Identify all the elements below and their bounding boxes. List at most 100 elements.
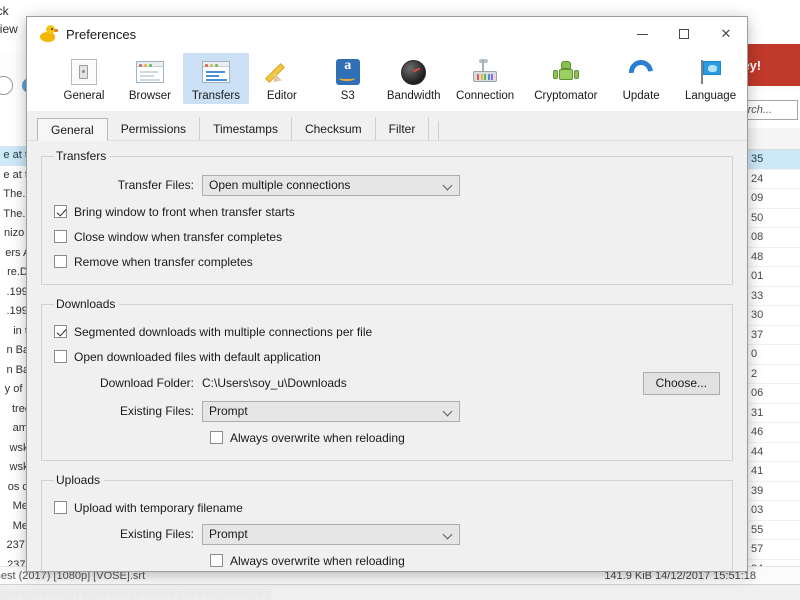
file-list-item-size[interactable]: 0 xyxy=(748,345,800,365)
cryptomator-icon xyxy=(549,56,583,88)
minimize-button[interactable] xyxy=(621,17,663,51)
transfers-group-legend: Transfers xyxy=(56,149,107,163)
toolbar-item-editor[interactable]: Editor xyxy=(249,53,315,104)
upload-always-overwrite-row[interactable]: Always overwrite when reloading xyxy=(54,548,720,571)
close-window-row[interactable]: Close window when transfer completes xyxy=(54,224,720,249)
toolbar-label-s3: S3 xyxy=(340,90,355,102)
file-list-item-size[interactable]: 46 xyxy=(748,423,800,443)
toolbar-item-update[interactable]: Update xyxy=(608,53,674,104)
download-existing-files-row: Existing Files: Prompt xyxy=(54,397,720,425)
file-list-item-size[interactable]: 30 xyxy=(748,306,800,326)
tab-checksum[interactable]: Checksum xyxy=(292,117,376,140)
toolbar-label-connection: Connection xyxy=(456,90,515,102)
close-window-checkbox[interactable] xyxy=(54,230,67,243)
file-list-item-size[interactable]: 37 xyxy=(748,326,800,345)
upload-existing-files-value: Prompt xyxy=(209,527,248,541)
file-list-item-size[interactable]: 39 xyxy=(748,482,800,501)
background-bottom-blurred-text: ░░░░░░░░░░░░░░░░░░░░░░░░░░░░░░░░░░░░░░░░ xyxy=(0,589,272,599)
maximize-button[interactable] xyxy=(663,17,705,51)
toolbar-label-general: General xyxy=(63,90,105,102)
preferences-toolbar: General Browser Transfers Editor a S3 Ba… xyxy=(27,51,747,111)
close-button[interactable]: ✕ xyxy=(705,17,747,51)
file-list-item-size[interactable]: 33 xyxy=(748,287,800,306)
toolbar-item-s3[interactable]: a S3 xyxy=(315,53,381,104)
tab-general[interactable]: General xyxy=(37,118,108,141)
open-downloaded-files-label: Open downloaded files with default appli… xyxy=(74,349,321,364)
transfers-icon xyxy=(199,56,233,88)
upload-existing-files-select[interactable]: Prompt xyxy=(202,523,460,545)
language-icon xyxy=(694,56,728,88)
choose-button[interactable]: Choose... xyxy=(642,371,720,395)
segmented-downloads-row[interactable]: Segmented downloads with multiple connec… xyxy=(54,319,720,344)
file-list-item-size[interactable]: 08 xyxy=(748,228,800,248)
background-menu-back[interactable]: ack xyxy=(0,4,9,18)
file-list-item-size[interactable]: 2 xyxy=(748,365,800,384)
toolbar-item-bandwidth[interactable]: Bandwidth xyxy=(381,53,447,104)
duck-icon xyxy=(39,25,58,43)
file-list-item-size[interactable]: 48 xyxy=(748,248,800,267)
upload-always-overwrite-label: Always overwrite when reloading xyxy=(230,553,405,568)
toolbar-label-editor: Editor xyxy=(266,90,297,102)
file-list-right-column[interactable]: 35 24 09 50 08 48 01 33 30 37 0 2 06 31 46 44 41 39 03 55 57… xyxy=(748,150,800,566)
minimize-icon xyxy=(636,33,648,35)
open-downloaded-files-checkbox[interactable] xyxy=(54,350,67,363)
segmented-downloads-checkbox[interactable] xyxy=(54,325,67,338)
toolbar-label-update: Update xyxy=(622,90,660,102)
tab-timestamps[interactable]: Timestamps xyxy=(200,117,292,140)
download-existing-files-select[interactable]: Prompt xyxy=(202,400,460,422)
tabstrip-end-divider xyxy=(429,121,440,140)
upload-temp-filename-row[interactable]: Upload with temporary filename xyxy=(54,495,720,520)
downloads-group: Downloads Segmented downloads with multi… xyxy=(41,297,733,461)
download-always-overwrite-row[interactable]: Always overwrite when reloading xyxy=(54,425,720,450)
preferences-dialog: Preferences ✕ General Browser Transfers … xyxy=(26,16,748,572)
toolbar-item-general[interactable]: General xyxy=(51,53,117,104)
tab-permissions[interactable]: Permissions xyxy=(108,117,201,140)
preferences-tabstrip: General Permissions Timestamps Checksum … xyxy=(27,111,747,141)
file-list-item-size[interactable]: 03 xyxy=(748,501,800,521)
file-list-item-size[interactable]: 55 xyxy=(748,521,800,540)
file-list-item-size[interactable]: 01 xyxy=(748,267,800,287)
download-always-overwrite-label: Always overwrite when reloading xyxy=(230,430,405,445)
file-list-column-header[interactable] xyxy=(740,128,800,150)
open-downloaded-files-row[interactable]: Open downloaded files with default appli… xyxy=(54,344,720,369)
toolbar-item-browser[interactable]: Browser xyxy=(117,53,183,104)
remove-when-complete-checkbox[interactable] xyxy=(54,255,67,268)
file-list-item-size[interactable]: 41 xyxy=(748,462,800,482)
remove-when-complete-row[interactable]: Remove when transfer completes xyxy=(54,249,720,274)
file-list-item-size[interactable]: 31 xyxy=(748,404,800,423)
transfer-files-value: Open multiple connections xyxy=(209,178,351,192)
upload-temp-filename-checkbox[interactable] xyxy=(54,501,67,514)
upload-always-overwrite-checkbox[interactable] xyxy=(210,554,223,567)
toolbar-item-language[interactable]: Language xyxy=(674,53,747,104)
file-list-item-size[interactable]: 44 xyxy=(748,443,800,462)
uploads-group-legend: Uploads xyxy=(56,473,101,487)
s3-icon: a xyxy=(331,56,365,88)
tab-filter[interactable]: Filter xyxy=(376,117,430,140)
file-list-item-size[interactable]: 57 xyxy=(748,540,800,560)
history-icon[interactable] xyxy=(0,76,13,95)
toolbar-item-cryptomator[interactable]: Cryptomator xyxy=(524,53,609,104)
upload-existing-files-row: Existing Files: Prompt xyxy=(54,520,720,548)
file-list-item-size[interactable]: 09 xyxy=(748,189,800,209)
bring-window-to-front-checkbox[interactable] xyxy=(54,205,67,218)
toolbar-item-transfers[interactable]: Transfers xyxy=(182,53,249,104)
toolbar-label-cryptomator: Cryptomator xyxy=(534,90,598,102)
download-existing-files-value: Prompt xyxy=(209,404,248,418)
window-controls: ✕ xyxy=(621,17,747,51)
maximize-icon xyxy=(679,29,689,39)
toolbar-label-language: Language xyxy=(684,90,737,102)
background-menu-view[interactable]: View xyxy=(0,22,18,36)
dialog-titlebar[interactable]: Preferences ✕ xyxy=(27,17,747,51)
download-always-overwrite-checkbox[interactable] xyxy=(210,431,223,444)
upload-temp-filename-label: Upload with temporary filename xyxy=(74,500,243,515)
file-list-item-size[interactable]: 06 xyxy=(748,384,800,404)
chevron-down-icon xyxy=(442,180,453,190)
toolbar-item-connection[interactable]: Connection xyxy=(447,53,524,104)
file-list-item-size[interactable]: 50 xyxy=(748,209,800,228)
bring-window-to-front-row[interactable]: Bring window to front when transfer star… xyxy=(54,199,720,224)
transfer-files-select[interactable]: Open multiple connections xyxy=(202,174,460,196)
transfers-group: Transfers Transfer Files: Open multiple … xyxy=(41,149,733,285)
file-list-item-size[interactable]: 35 xyxy=(748,150,800,170)
file-list-item-size[interactable]: 24 xyxy=(748,170,800,189)
transfer-files-row: Transfer Files: Open multiple connection… xyxy=(54,171,720,199)
